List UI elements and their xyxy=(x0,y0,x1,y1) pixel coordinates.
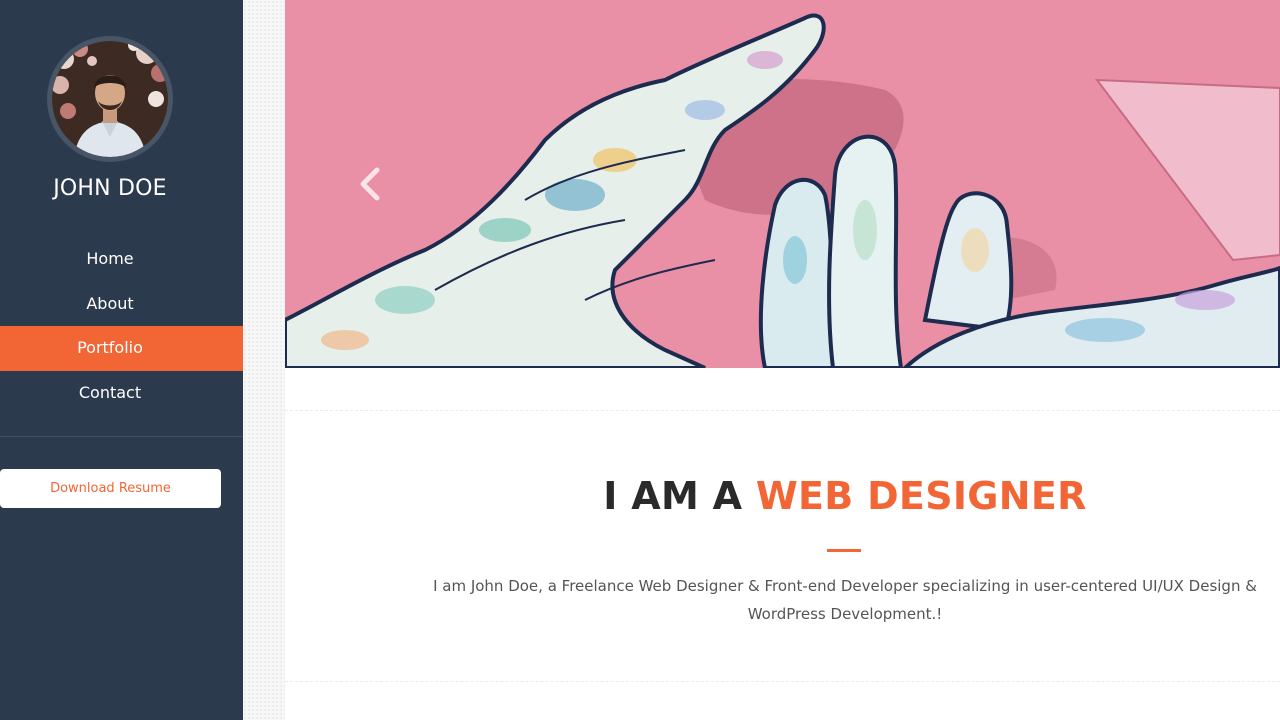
background-pattern xyxy=(243,0,285,720)
chevron-left-icon[interactable] xyxy=(355,164,385,204)
section-divider-bottom xyxy=(285,681,1280,682)
avatar xyxy=(52,41,168,157)
title-underline xyxy=(827,549,861,552)
section-divider-top xyxy=(285,410,1280,411)
nav-item-home[interactable]: Home xyxy=(0,237,243,282)
download-resume-button[interactable]: Download Resume xyxy=(0,469,221,508)
hero-artwork xyxy=(285,0,1280,368)
profile-name: JOHN DOE xyxy=(53,176,167,201)
avatar-frame xyxy=(47,36,173,162)
nav-item-contact[interactable]: Contact xyxy=(0,371,243,416)
intro-text: I am John Doe, a Freelance Web Designer … xyxy=(433,577,1257,623)
nav-item-about[interactable]: About xyxy=(0,282,243,327)
page-title: I AM A WEB DESIGNER xyxy=(285,474,1280,518)
nav-item-portfolio[interactable]: Portfolio xyxy=(0,326,243,371)
headline-prefix: I AM A xyxy=(603,474,756,518)
headline-accent: WEB DESIGNER xyxy=(755,474,1087,518)
main-nav: Home About Portfolio Contact xyxy=(0,237,243,415)
sidebar: JOHN DOE Home About Portfolio Contact Do… xyxy=(0,0,243,720)
hero-slider xyxy=(285,0,1280,368)
sidebar-divider xyxy=(0,436,243,437)
intro-section: I AM A WEB DESIGNER I am John Doe, a Fre… xyxy=(285,368,1280,720)
